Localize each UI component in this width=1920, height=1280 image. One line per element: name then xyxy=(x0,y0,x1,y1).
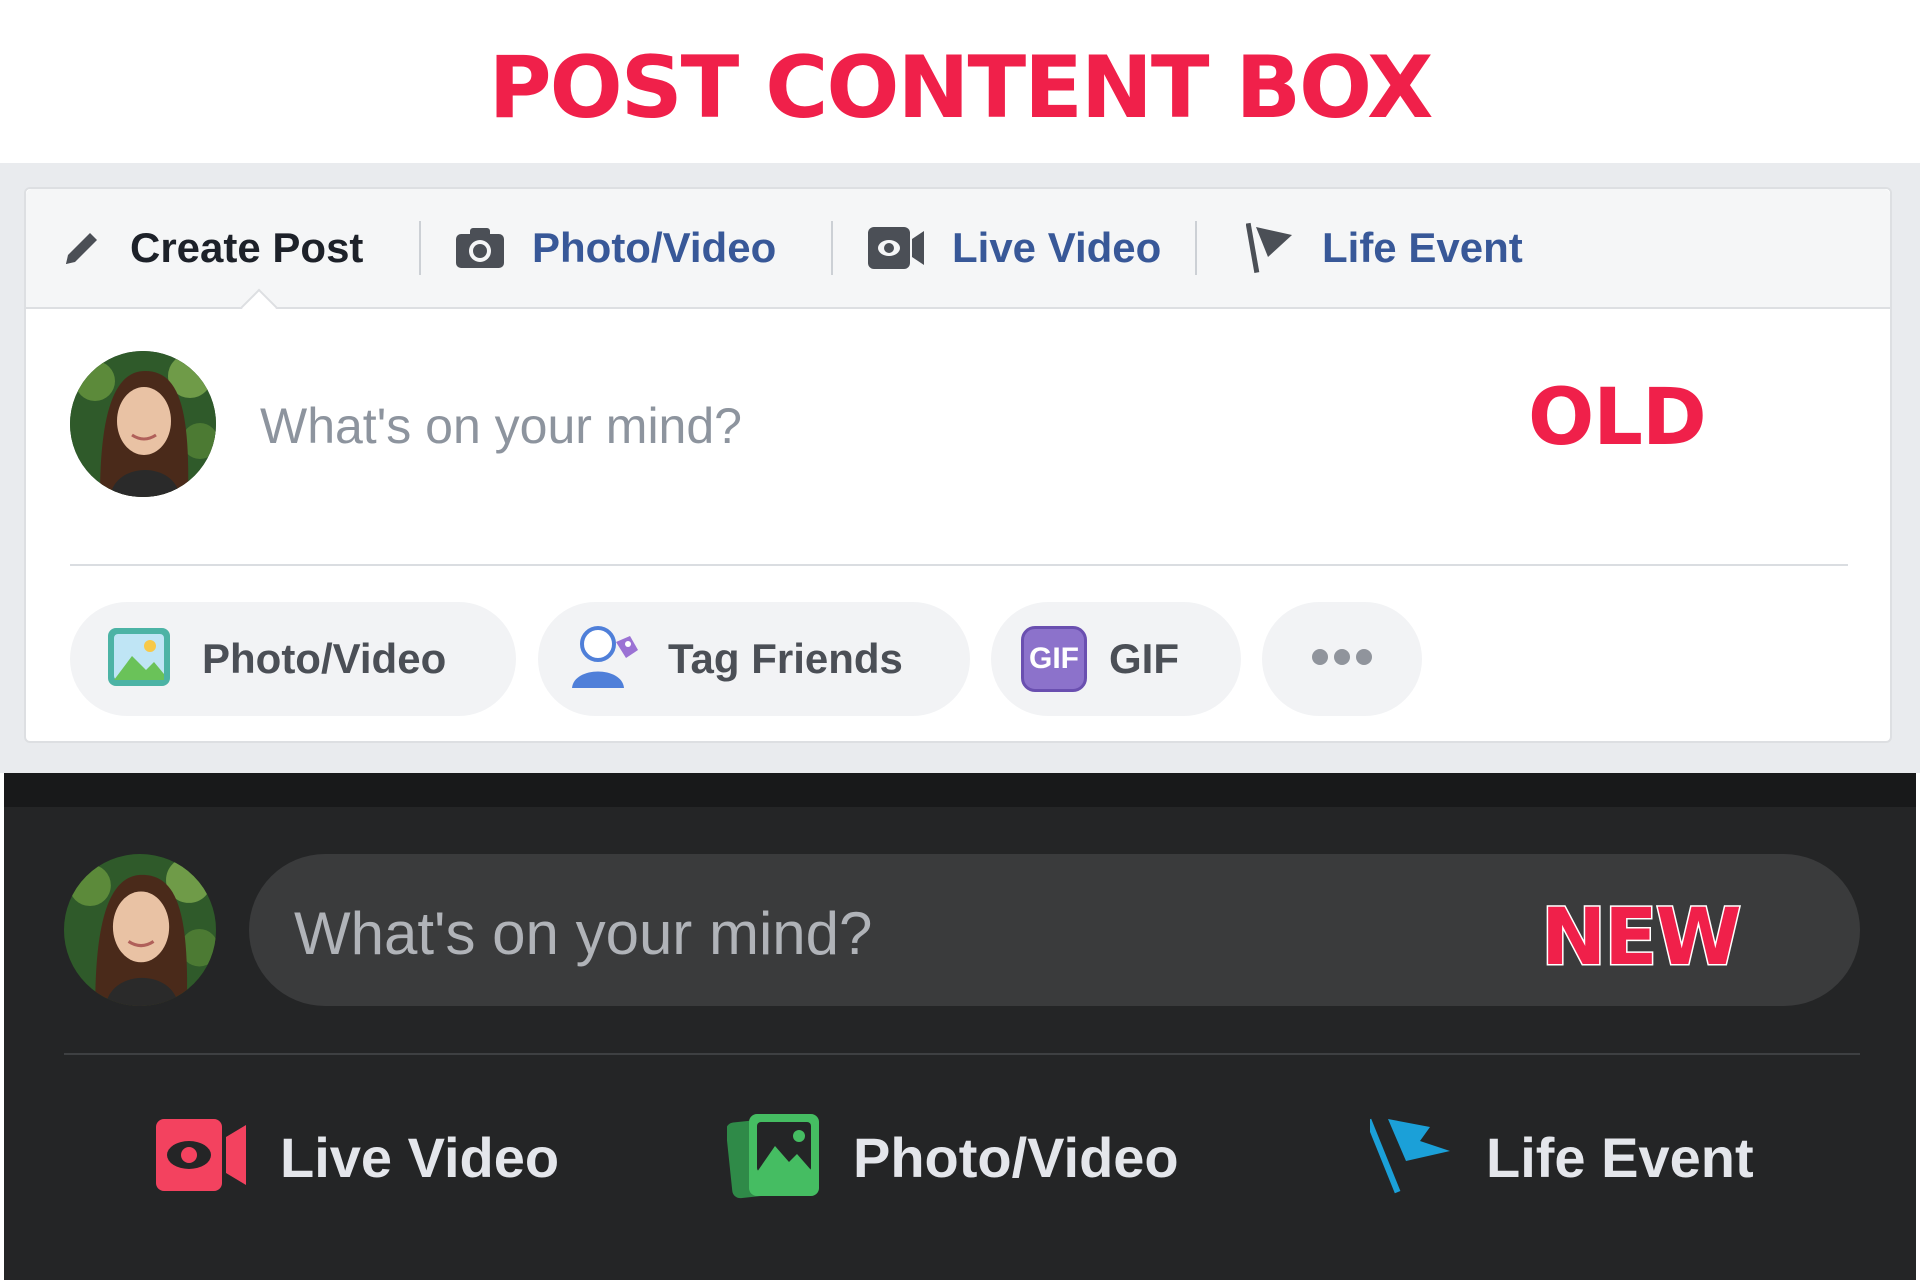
old-post-input[interactable]: What's on your mind? xyxy=(260,397,742,455)
live-video-button[interactable]: Live Video xyxy=(154,1097,559,1217)
tab-separator xyxy=(1195,221,1197,275)
tab-life-event-label: Life Event xyxy=(1322,224,1523,271)
pencil-icon xyxy=(60,226,104,270)
photo-video-button-label: Photo/Video xyxy=(202,635,447,682)
gif-button[interactable]: GIF GIF xyxy=(991,602,1241,716)
more-icon xyxy=(1310,647,1374,672)
page-title: POST CONTENT BOX xyxy=(488,38,1434,138)
divider xyxy=(64,1053,1860,1055)
gif-button-label: GIF xyxy=(1109,635,1179,682)
tab-photo-video-label: Photo/Video xyxy=(532,224,777,271)
avatar[interactable] xyxy=(64,854,216,1006)
photo-video-button[interactable]: Photo/Video xyxy=(725,1097,1179,1217)
tag-friends-button-label: Tag Friends xyxy=(668,635,903,682)
new-label: NEW xyxy=(1540,892,1744,985)
new-composer-card: What's on your mind? NEW Live Video Phot… xyxy=(4,807,1916,1280)
flag-icon xyxy=(1246,221,1296,275)
camera-icon xyxy=(454,226,506,270)
tab-photo-video[interactable]: Photo/Video xyxy=(454,189,776,307)
tab-create-post-label: Create Post xyxy=(130,224,364,271)
photo-icon xyxy=(106,624,172,695)
photo-video-button-label: Photo/Video xyxy=(853,1125,1179,1189)
new-composer-section: What's on your mind? NEW Live Video Phot… xyxy=(4,773,1916,1280)
tag-friends-button[interactable]: Tag Friends xyxy=(538,602,970,716)
more-button[interactable] xyxy=(1262,602,1422,716)
old-composer-card: Create Post Photo/Video Live Video Life … xyxy=(24,187,1892,743)
tab-create-post[interactable]: Create Post xyxy=(60,189,363,307)
tab-life-event[interactable]: Life Event xyxy=(1246,189,1523,307)
live-video-button-label: Live Video xyxy=(280,1125,560,1189)
tab-live-video[interactable]: Live Video xyxy=(866,189,1161,307)
tab-separator xyxy=(831,221,833,275)
new-post-input-placeholder: What's on your mind? xyxy=(294,900,873,967)
photo-video-icon xyxy=(725,1110,823,1205)
old-label: OLD xyxy=(1528,373,1707,463)
avatar[interactable] xyxy=(70,351,216,497)
tag-friends-icon xyxy=(568,622,642,697)
life-event-flag-icon xyxy=(1365,1113,1456,1202)
old-composer-tabs: Create Post Photo/Video Live Video Life … xyxy=(26,189,1890,309)
life-event-button-label: Life Event xyxy=(1486,1125,1754,1189)
old-composer-section: Create Post Photo/Video Live Video Life … xyxy=(0,163,1920,773)
divider xyxy=(70,564,1848,566)
live-video-icon xyxy=(154,1117,250,1198)
tab-live-video-label: Live Video xyxy=(952,224,1162,271)
life-event-button[interactable]: Life Event xyxy=(1365,1097,1754,1217)
photo-video-button[interactable]: Photo/Video xyxy=(70,602,516,716)
tab-separator xyxy=(419,221,421,275)
video-camera-icon xyxy=(866,225,926,271)
gif-icon: GIF xyxy=(1021,626,1087,692)
